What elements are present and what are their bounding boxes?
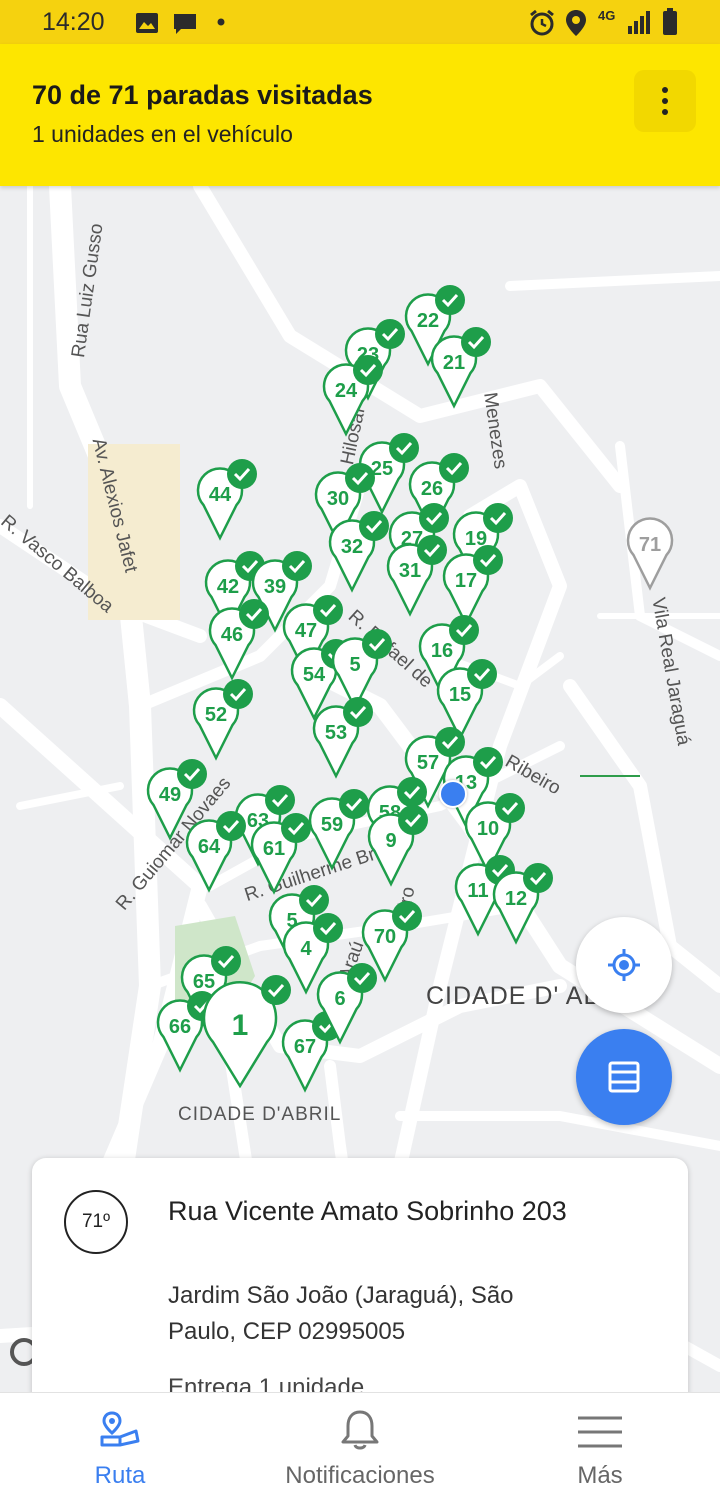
svg-text:12: 12 [505, 888, 527, 910]
dot-icon [217, 18, 225, 26]
svg-text:30: 30 [327, 488, 349, 510]
svg-text:24: 24 [335, 380, 358, 402]
svg-text:71: 71 [639, 534, 661, 556]
svg-text:61: 61 [263, 838, 285, 860]
svg-text:11: 11 [467, 880, 488, 902]
more-options-button[interactable] [634, 70, 696, 132]
nav-more-label: Más [577, 1462, 623, 1489]
my-location-icon [608, 949, 640, 981]
svg-text:46: 46 [221, 624, 243, 646]
svg-text:1: 1 [232, 1009, 249, 1042]
status-bar: 14:20 4G [0, 0, 720, 44]
svg-text:21: 21 [443, 352, 465, 374]
svg-text:15: 15 [449, 684, 471, 706]
route-header: 70 de 71 paradas visitadas 1 unidades en… [0, 44, 720, 186]
stop-list-button[interactable] [576, 1029, 672, 1125]
stop-number-badge: 71º [64, 1190, 128, 1254]
svg-text:44: 44 [209, 484, 232, 506]
svg-text:31: 31 [399, 560, 421, 582]
nav-notifications-label: Notificaciones [285, 1462, 435, 1489]
battery-icon [663, 8, 677, 35]
current-location-dot [439, 780, 467, 808]
svg-text:70: 70 [374, 926, 396, 948]
my-location-button[interactable] [576, 917, 672, 1013]
svg-text:49: 49 [159, 784, 181, 806]
svg-text:42: 42 [217, 576, 239, 598]
bottom-navigation: Ruta Notificaciones Más [0, 1392, 720, 1505]
route-icon [100, 1411, 140, 1447]
nav-more[interactable]: Más [480, 1393, 720, 1505]
svg-text:66: 66 [169, 1016, 191, 1038]
stop-pin[interactable]: 12 [491, 862, 571, 958]
svg-text:64: 64 [198, 836, 221, 858]
signal-icon [628, 11, 650, 34]
svg-text:54: 54 [303, 664, 326, 686]
svg-text:9: 9 [385, 830, 396, 852]
status-time: 14:20 [42, 8, 105, 36]
nav-notifications[interactable]: Notificaciones [240, 1393, 480, 1505]
nav-route[interactable]: Ruta [0, 1393, 240, 1505]
district-label: CIDADE D'ABRIL [178, 1104, 342, 1125]
image-icon [136, 13, 158, 33]
units-in-vehicle: 1 unidades en el vehículo [32, 121, 293, 147]
menu-icon [578, 1416, 622, 1448]
stop-pin[interactable]: 71 [625, 508, 705, 604]
visited-stops-count: 70 de 71 paradas visitadas [32, 80, 373, 110]
svg-text:26: 26 [421, 478, 443, 500]
svg-text:4: 4 [300, 938, 312, 960]
svg-text:17: 17 [455, 570, 477, 592]
stop-pin[interactable]: 9 [366, 804, 446, 900]
svg-text:6: 6 [334, 988, 345, 1010]
message-icon [174, 14, 196, 34]
svg-text:10: 10 [477, 818, 499, 840]
stop-pin[interactable]: 21 [429, 326, 509, 422]
svg-text:32: 32 [341, 536, 363, 558]
district-label: CIDADE D' AB [426, 982, 602, 1010]
list-icon [608, 1061, 640, 1093]
stop-pin[interactable]: 6 [315, 962, 395, 1058]
stop-street: Rua Vicente Amato Sobrinho 203 [168, 1196, 567, 1226]
stop-area: Jardim São João (Jaraguá), São Paulo, CE… [168, 1282, 514, 1345]
svg-text:52: 52 [205, 704, 227, 726]
svg-text:5: 5 [349, 654, 360, 676]
svg-text:53: 53 [325, 722, 347, 744]
network-type: 4G [598, 8, 616, 23]
nav-route-label: Ruta [94, 1462, 146, 1489]
more-vert-icon [662, 87, 668, 115]
svg-text:57: 57 [417, 752, 439, 774]
bell-icon [341, 1410, 379, 1450]
svg-text:67: 67 [294, 1036, 316, 1058]
location-icon [566, 10, 586, 36]
alarm-icon [530, 9, 554, 36]
stop-pin[interactable]: 44 [195, 458, 275, 554]
